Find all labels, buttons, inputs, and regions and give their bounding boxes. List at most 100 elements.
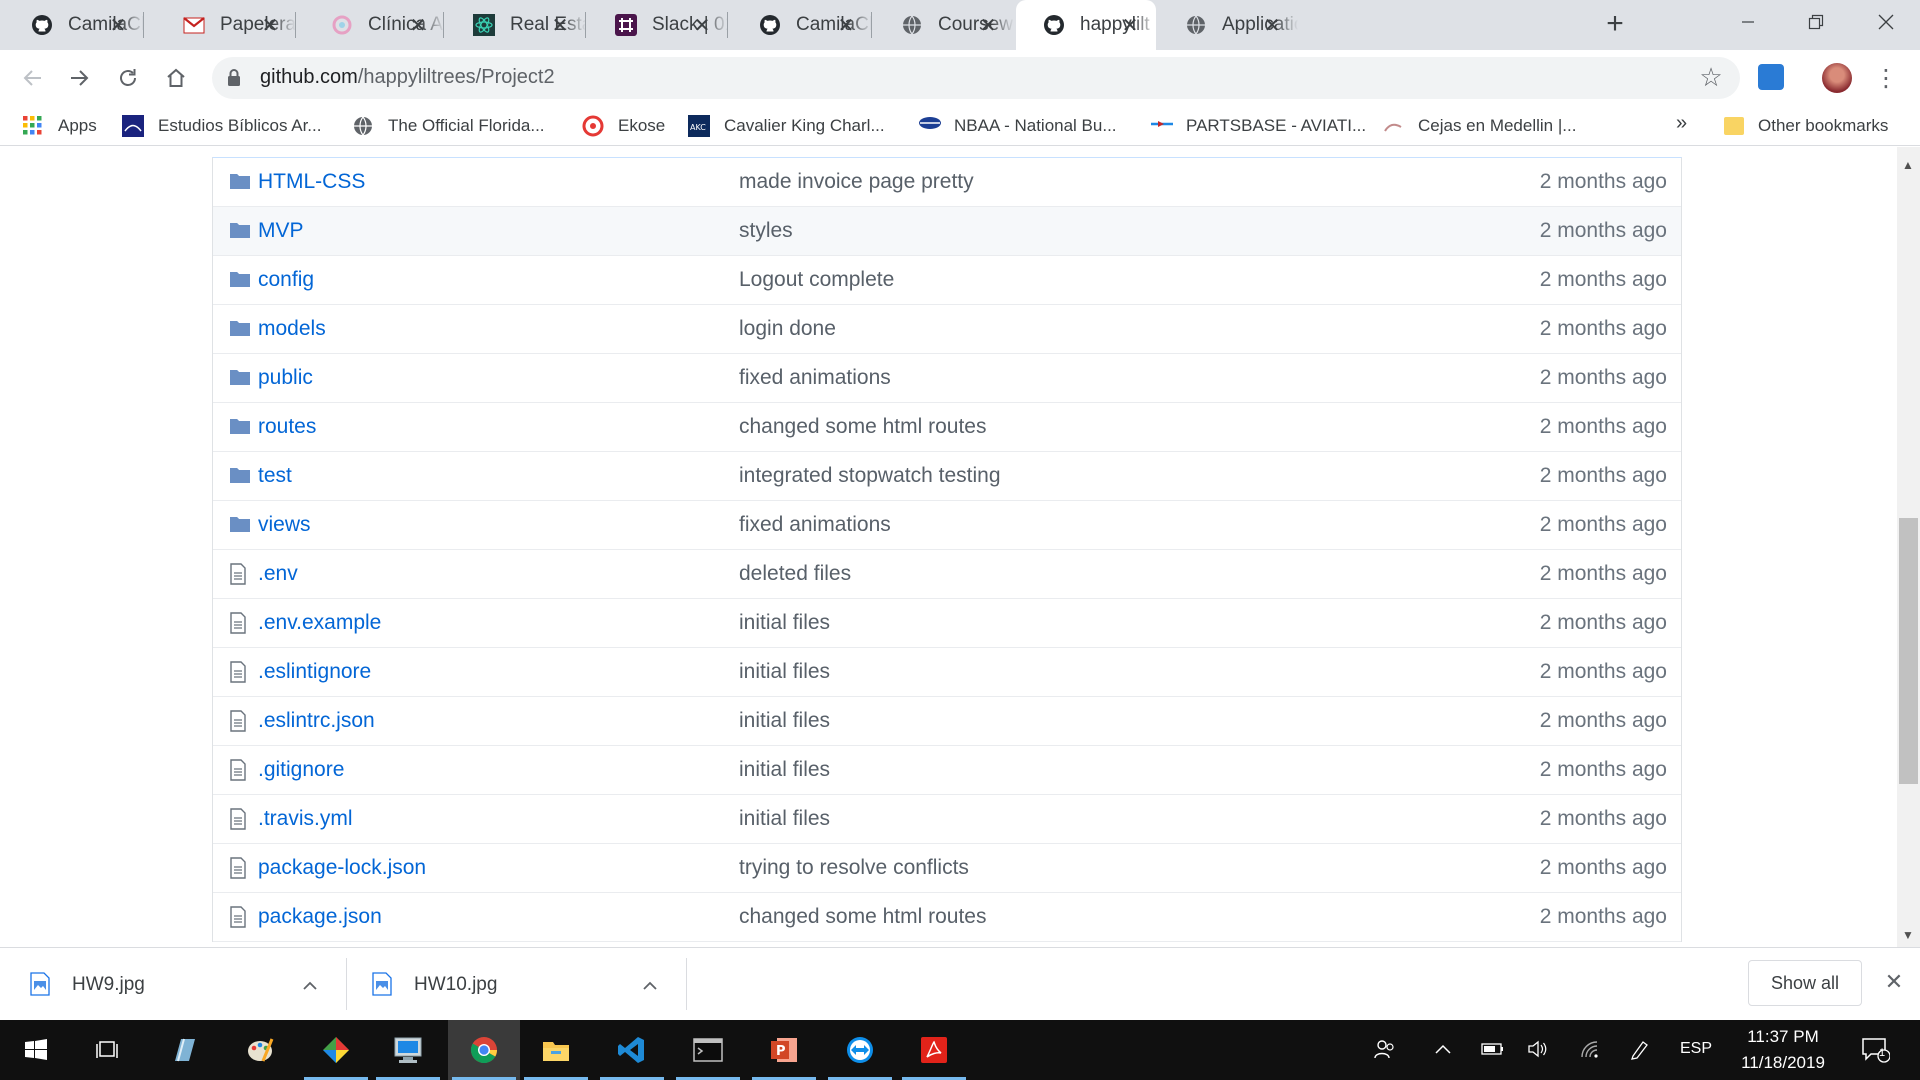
scroll-down-arrow-icon[interactable]: ▼ — [1901, 928, 1915, 942]
bookmark-1[interactable]: Estudios Bíblicos Ar... — [122, 112, 321, 140]
home-button[interactable] — [160, 62, 192, 94]
profile-avatar[interactable] — [1822, 63, 1852, 93]
extension-icon[interactable] — [1758, 64, 1784, 90]
notepad-icon[interactable] — [148, 1020, 220, 1080]
paint-icon[interactable] — [224, 1020, 296, 1080]
download-options-chevron-icon[interactable] — [642, 960, 658, 1010]
download-options-chevron-icon[interactable] — [302, 960, 318, 1010]
commit-message-link[interactable]: fixed animations — [739, 366, 891, 390]
bookmark-0[interactable]: Apps — [22, 112, 97, 140]
file-name-link[interactable]: package.json — [258, 905, 382, 929]
bookmark-5[interactable]: NBAA - National Bu... — [918, 112, 1117, 140]
tab-2[interactable]: Clínica Al ✕ — [304, 0, 444, 50]
commit-message-link[interactable]: trying to resolve conflicts — [739, 856, 969, 880]
remote-desktop-icon[interactable] — [372, 1020, 444, 1080]
people-icon[interactable] — [1372, 1034, 1396, 1064]
scrollbar-thumb[interactable] — [1899, 518, 1918, 784]
tab-0[interactable]: CamilaCh ✕ — [4, 0, 144, 50]
tab-8[interactable]: Applicatio ✕ — [1158, 0, 1298, 50]
file-name-link[interactable]: .env.example — [258, 611, 381, 635]
bookmark-6[interactable]: PARTSBASE - AVIATI... — [1150, 112, 1366, 140]
commit-message-link[interactable]: initial files — [739, 758, 830, 782]
commit-message-link[interactable]: Logout complete — [739, 268, 894, 292]
file-name-link[interactable]: models — [258, 317, 326, 341]
other-bookmarks-folder[interactable]: Other bookmarks — [1724, 112, 1888, 140]
wifi-icon[interactable] — [1578, 1034, 1602, 1064]
new-tab-button[interactable]: + — [1600, 9, 1630, 40]
vscode-icon[interactable] — [596, 1020, 668, 1080]
file-name-link[interactable]: .eslintrc.json — [258, 709, 375, 733]
close-download-shelf-icon[interactable]: ✕ — [1880, 968, 1908, 996]
show-all-downloads-button[interactable]: Show all — [1748, 960, 1862, 1006]
tab-6[interactable]: Coursewo✕ — [874, 0, 1014, 50]
commit-message-link[interactable]: initial files — [739, 611, 830, 635]
tab-7[interactable]: happylilt ✕ — [1016, 0, 1156, 50]
close-tab-icon[interactable]: ✕ — [406, 13, 430, 37]
close-tab-icon[interactable]: ✕ — [1118, 13, 1142, 37]
tab-5[interactable]: CamilaCh ✕ — [732, 0, 872, 50]
url-text[interactable]: github.com/happyliltrees/Project2 — [260, 66, 555, 89]
file-name-link[interactable]: .travis.yml — [258, 807, 353, 831]
show-hidden-icons-chevron-icon[interactable] — [1432, 1034, 1454, 1064]
terminal-icon[interactable] — [672, 1020, 744, 1080]
bookmark-4[interactable]: AKC Cavalier King Charl... — [688, 112, 885, 140]
file-name-link[interactable]: routes — [258, 415, 316, 439]
system-clock[interactable]: 11:37 PM 11/18/2019 — [1718, 1024, 1848, 1076]
commit-message-link[interactable]: integrated stopwatch testing — [739, 464, 1001, 488]
file-explorer-icon[interactable] — [520, 1020, 592, 1080]
commit-message-link[interactable]: deleted files — [739, 562, 851, 586]
battery-icon[interactable] — [1480, 1034, 1506, 1064]
bookmark-7[interactable]: Cejas en Medellin |... — [1382, 112, 1576, 140]
close-tab-icon[interactable]: ✕ — [690, 13, 714, 37]
download-item[interactable]: HW9.jpg — [30, 960, 145, 1010]
file-name-link[interactable]: test — [258, 464, 292, 488]
close-window-button[interactable] — [1852, 0, 1920, 44]
commit-message-link[interactable]: changed some html routes — [739, 905, 986, 929]
powerpoint-icon[interactable]: P — [748, 1020, 820, 1080]
file-name-link[interactable]: .eslintignore — [258, 660, 371, 684]
commit-message-link[interactable]: initial files — [739, 807, 830, 831]
file-name-link[interactable]: MVP — [258, 219, 304, 243]
input-language-indicator[interactable]: ESP — [1676, 1034, 1716, 1064]
file-name-link[interactable]: public — [258, 366, 313, 390]
file-name-link[interactable]: HTML-CSS — [258, 170, 365, 194]
reload-button[interactable] — [112, 62, 144, 94]
commit-message-link[interactable]: initial files — [739, 660, 830, 684]
forward-button[interactable] — [64, 62, 96, 94]
bookmark-3[interactable]: Ekose — [582, 112, 665, 140]
commit-message-link[interactable]: styles — [739, 219, 793, 243]
close-tab-icon[interactable]: ✕ — [976, 13, 1000, 37]
commit-message-link[interactable]: made invoice page pretty — [739, 170, 974, 194]
file-name-link[interactable]: package-lock.json — [258, 856, 426, 880]
download-item[interactable]: HW10.jpg — [372, 960, 497, 1010]
commit-message-link[interactable]: fixed animations — [739, 513, 891, 537]
tab-3[interactable]: Real Estat✕ — [446, 0, 586, 50]
file-name-link[interactable]: .gitignore — [258, 758, 344, 782]
close-tab-icon[interactable]: ✕ — [1260, 13, 1284, 37]
acrobat-icon[interactable] — [898, 1020, 970, 1080]
pen-ink-icon[interactable] — [1628, 1034, 1652, 1064]
restore-button[interactable] — [1782, 0, 1850, 44]
close-tab-icon[interactable]: ✕ — [834, 13, 858, 37]
close-tab-icon[interactable]: ✕ — [548, 13, 572, 37]
file-name-link[interactable]: views — [258, 513, 311, 537]
commit-message-link[interactable]: initial files — [739, 709, 830, 733]
tab-1[interactable]: Papelera ✕ — [156, 0, 296, 50]
windows-start-icon[interactable] — [0, 1020, 72, 1080]
bookmarks-overflow-button[interactable]: » — [1676, 112, 1687, 135]
browser-menu-icon[interactable]: ⋮ — [1874, 62, 1898, 94]
commit-message-link[interactable]: changed some html routes — [739, 415, 986, 439]
close-tab-icon[interactable]: ✕ — [258, 13, 282, 37]
file-name-link[interactable]: config — [258, 268, 314, 292]
notifications-icon[interactable]: 1 — [1858, 1034, 1892, 1064]
close-tab-icon[interactable]: ✕ — [106, 13, 130, 37]
tab-4[interactable]: Slack | 01 ✕ — [588, 0, 728, 50]
back-button[interactable] — [16, 62, 48, 94]
bookmark-star-icon[interactable]: ☆ — [1696, 62, 1726, 92]
teamviewer-icon[interactable] — [824, 1020, 896, 1080]
scroll-up-arrow-icon[interactable]: ▲ — [1901, 158, 1915, 172]
minimize-button[interactable] — [1714, 0, 1782, 44]
file-name-link[interactable]: .env — [258, 562, 298, 586]
commit-message-link[interactable]: login done — [739, 317, 836, 341]
bookmark-2[interactable]: The Official Florida... — [352, 112, 545, 140]
